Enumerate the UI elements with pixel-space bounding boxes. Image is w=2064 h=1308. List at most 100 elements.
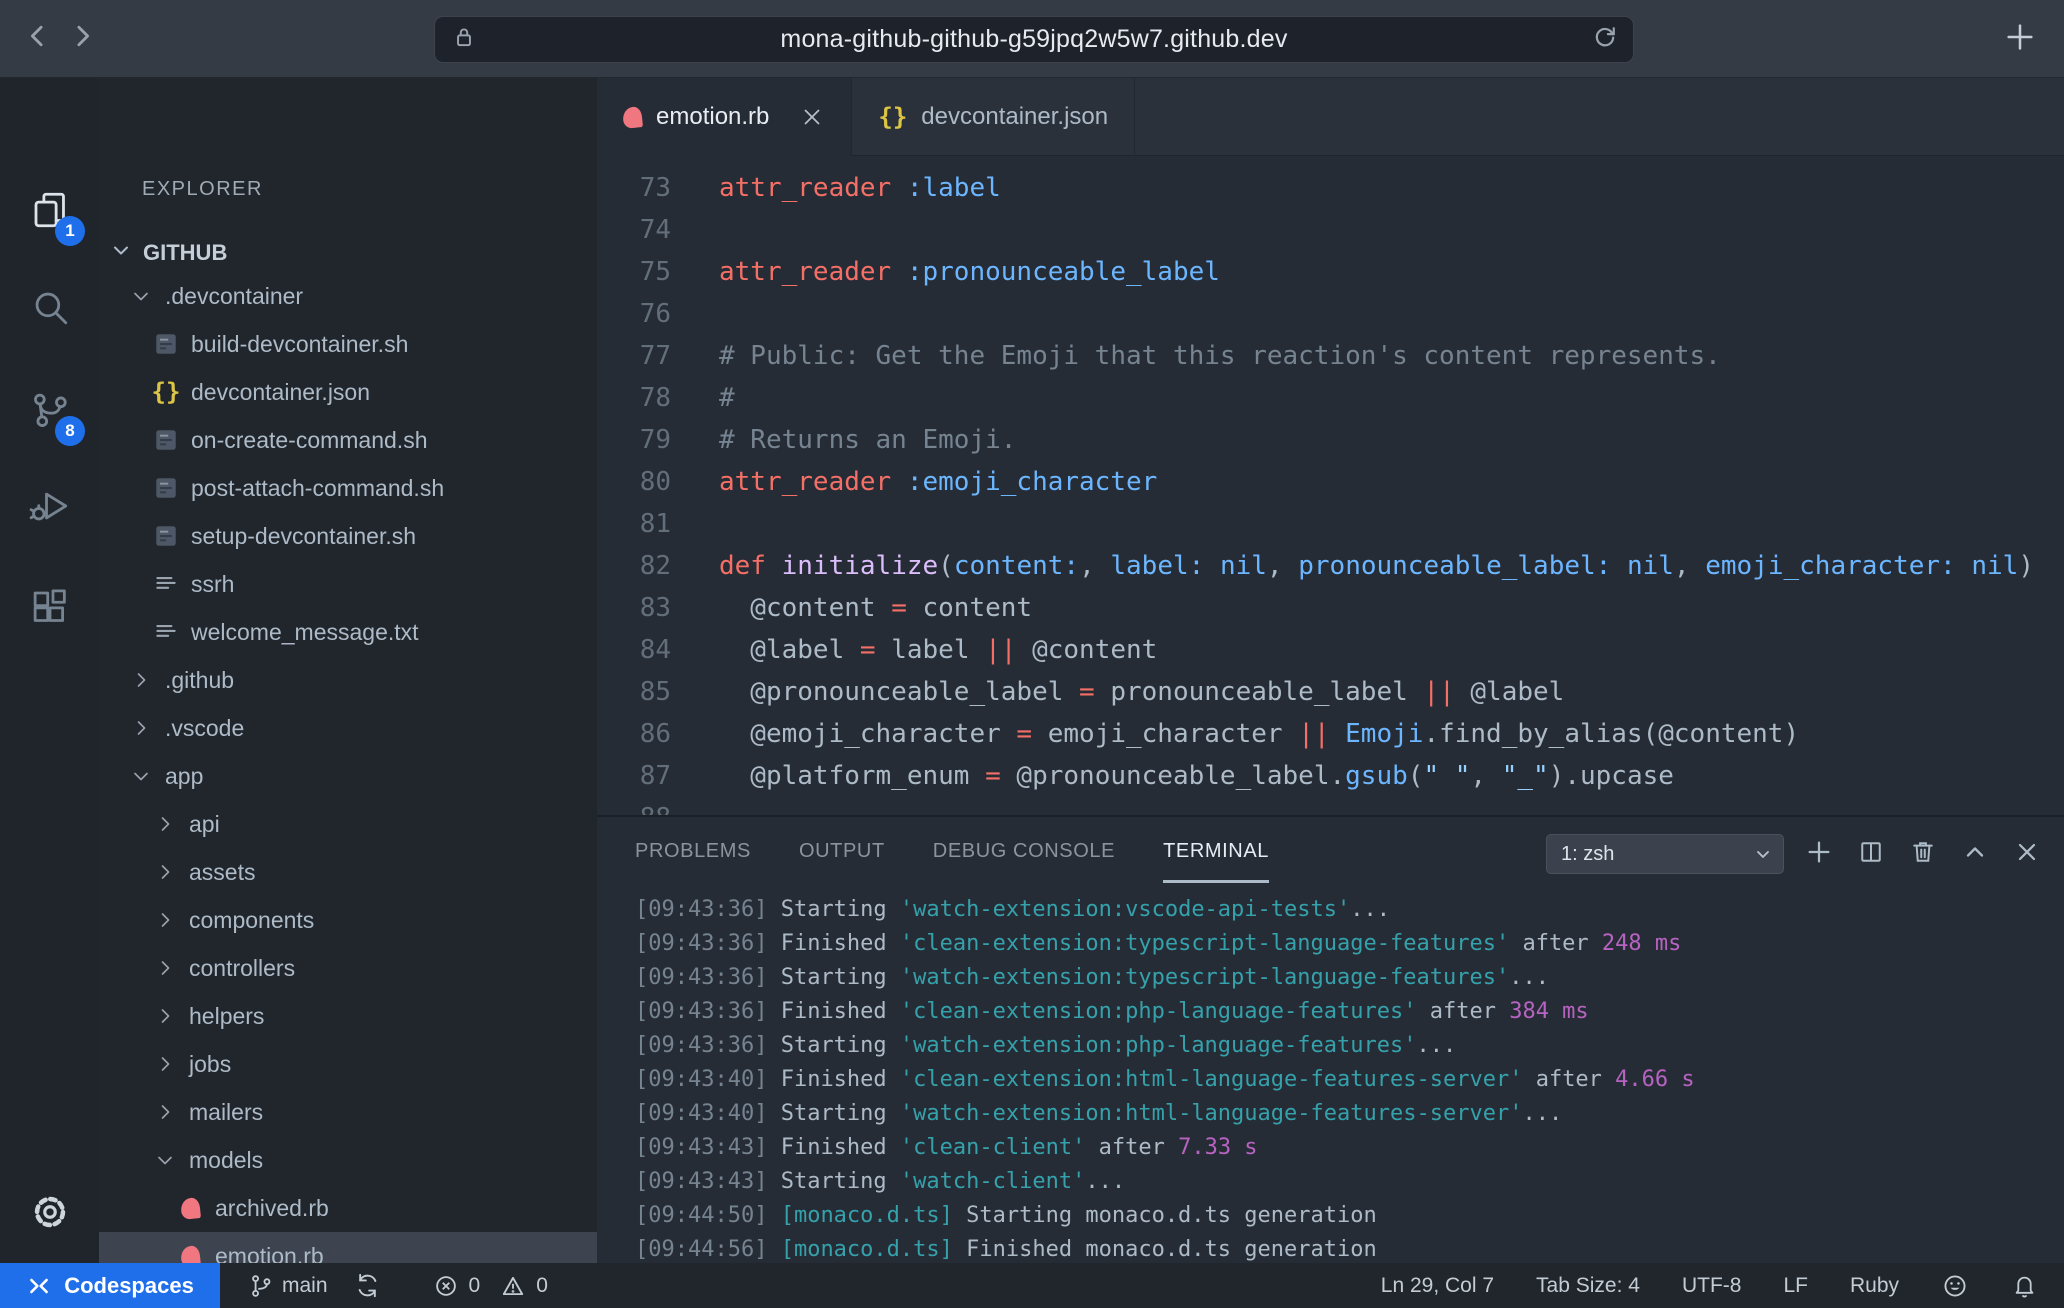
code-line-77[interactable]: 77# Public: Get the Emoji that this reac… (597, 335, 2064, 377)
branch-label: main (282, 1274, 328, 1298)
tree-item-post-attach-command-sh[interactable]: post-attach-command.sh (99, 464, 597, 512)
bottom-panel: PROBLEMS OUTPUT DEBUG CONSOLE TERMINAL 1: z… (597, 815, 2064, 1263)
terminal-output[interactable]: [09:43:36] Starting 'watch-extension:vsc… (635, 893, 2064, 1263)
editor-group: emotion.rb{}devcontainer.json 73attr_rea… (597, 78, 2064, 1263)
code-line-87[interactable]: 87 @platform_enum = @pronounceable_label… (597, 755, 2064, 797)
reload-icon[interactable] (1591, 23, 1619, 56)
activity-item-extensions[interactable] (0, 569, 99, 645)
code-line-88[interactable]: 88 (597, 797, 2064, 815)
kill-terminal-button[interactable] (1906, 837, 1940, 871)
tree-item-models[interactable]: models (99, 1136, 597, 1184)
address-bar[interactable]: mona-github-github-g59jpq2w5w7.github.de… (434, 16, 1634, 63)
panel-tab-debug-console[interactable]: DEBUG CONSOLE (933, 840, 1115, 869)
terminal-line-2: [09:43:36] Finished 'clean-extension:typ… (635, 927, 2064, 961)
code-line-78[interactable]: 78# (597, 377, 2064, 419)
tree-item-label: devcontainer.json (191, 379, 370, 406)
terminal-shell-select[interactable]: 1: zsh (1546, 834, 1784, 874)
explorer-sidebar: EXPLORER GITHUB .devcontainerbuild-devco… (99, 78, 597, 1263)
tree-item-on-create-command-sh[interactable]: on-create-command.sh (99, 416, 597, 464)
code-line-81[interactable]: 81 (597, 503, 2064, 545)
gear-icon (29, 1191, 71, 1233)
new-tab-button[interactable] (1998, 17, 2042, 61)
panel-tab-problems[interactable]: PROBLEMS (635, 840, 751, 869)
branch-icon (248, 1273, 274, 1299)
status-encoding[interactable]: UTF-8 (1682, 1274, 1742, 1298)
line-number: 86 (597, 713, 671, 755)
sync-icon (354, 1272, 381, 1299)
tree-item-label: components (189, 907, 314, 934)
tree-item-components[interactable]: components (99, 896, 597, 944)
notifications-bell-icon[interactable] (2011, 1272, 2038, 1299)
tab-label: devcontainer.json (921, 103, 1108, 131)
tree-item-setup-devcontainer-sh[interactable]: setup-devcontainer.sh (99, 512, 597, 560)
tree-item-build-devcontainer-sh[interactable]: build-devcontainer.sh (99, 320, 597, 368)
status-tab-size[interactable]: Tab Size: 4 (1536, 1274, 1640, 1298)
code-editor[interactable]: 73attr_reader :label7475attr_reader :pro… (597, 156, 2064, 815)
tree-item-emotion-rb[interactable]: emotion.rb (99, 1232, 597, 1263)
branch-indicator[interactable]: main (248, 1273, 328, 1299)
code-text: @platform_enum = @pronounceable_label.gs… (719, 755, 1674, 797)
status-language-mode[interactable]: Ruby (1850, 1274, 1899, 1298)
code-line-76[interactable]: 76 (597, 293, 2064, 335)
code-line-74[interactable]: 74 (597, 209, 2064, 251)
maximize-panel-button[interactable] (1958, 837, 1992, 871)
code-line-73[interactable]: 73attr_reader :label (597, 167, 2064, 209)
activity-item-explorer[interactable]: 1 (0, 172, 99, 248)
code-text: @emoji_character = emoji_character || Em… (719, 713, 1799, 755)
tree-item-helpers[interactable]: helpers (99, 992, 597, 1040)
chevron-down-icon (129, 764, 153, 788)
chevron-up-icon (1961, 838, 1989, 871)
tree-item-ssrh[interactable]: ssrh (99, 560, 597, 608)
activity-item-settings[interactable] (0, 1174, 99, 1250)
activity-item-source-control[interactable]: 8 (0, 372, 99, 448)
close-icon[interactable] (799, 104, 825, 130)
sync-button[interactable] (354, 1272, 381, 1299)
activity-badge-explorer: 1 (55, 216, 85, 246)
code-line-80[interactable]: 80attr_reader :emoji_character (597, 461, 2064, 503)
plus-icon (1804, 837, 1834, 872)
code-line-75[interactable]: 75attr_reader :pronounceable_label (597, 251, 2064, 293)
new-terminal-button[interactable] (1802, 837, 1836, 871)
code-line-85[interactable]: 85 @pronounceable_label = pronounceable_… (597, 671, 2064, 713)
problems-indicator[interactable]: 0 0 (433, 1273, 548, 1299)
tree-item-api[interactable]: api (99, 800, 597, 848)
codespaces-remote-indicator[interactable]: Codespaces (0, 1263, 220, 1308)
tree-item-archived-rb[interactable]: archived.rb (99, 1184, 597, 1232)
tree-item-mailers[interactable]: mailers (99, 1088, 597, 1136)
forward-button[interactable] (60, 17, 104, 61)
tree-item--devcontainer[interactable]: .devcontainer (99, 272, 597, 320)
panel-tab-output[interactable]: OUTPUT (799, 840, 885, 869)
tree-item--vscode[interactable]: .vscode (99, 704, 597, 752)
activity-item-search[interactable] (0, 269, 99, 345)
feedback-smiley-icon[interactable] (1941, 1272, 1969, 1300)
status-right: Ln 29, Col 7 Tab Size: 4 UTF-8 LF Ruby (1381, 1272, 2038, 1300)
split-terminal-button[interactable] (1854, 837, 1888, 871)
activity-item-run-debug[interactable] (0, 468, 99, 544)
editor-tab-emotion-rb[interactable]: emotion.rb (597, 78, 852, 156)
line-number: 75 (597, 251, 671, 293)
json-file-icon: {} (153, 380, 179, 404)
tree-item-jobs[interactable]: jobs (99, 1040, 597, 1088)
code-line-82[interactable]: 82def initialize(content:, label: nil, p… (597, 545, 2064, 587)
tree-item-controllers[interactable]: controllers (99, 944, 597, 992)
close-panel-button[interactable] (2010, 837, 2044, 871)
editor-tab-devcontainer-json[interactable]: {}devcontainer.json (852, 78, 1135, 156)
terminal-line-3: [09:43:36] Starting 'watch-extension:typ… (635, 961, 2064, 995)
tree-item-label: ssrh (191, 571, 234, 598)
code-line-84[interactable]: 84 @label = label || @content (597, 629, 2064, 671)
code-line-83[interactable]: 83 @content = content (597, 587, 2064, 629)
tree-item-devcontainer-json[interactable]: {} devcontainer.json (99, 368, 597, 416)
back-button[interactable] (16, 17, 60, 61)
code-line-79[interactable]: 79# Returns an Emoji. (597, 419, 2064, 461)
status-eol[interactable]: LF (1783, 1274, 1808, 1298)
tree-item-app[interactable]: app (99, 752, 597, 800)
shell-select-label: 1: zsh (1561, 843, 1753, 866)
tree-item--github[interactable]: .github (99, 656, 597, 704)
tree-item-welcome-message-txt[interactable]: welcome_message.txt (99, 608, 597, 656)
panel-tab-terminal[interactable]: TERMINAL (1163, 840, 1269, 869)
tree-root-github[interactable]: GITHUB (99, 229, 597, 277)
tree-item-assets[interactable]: assets (99, 848, 597, 896)
back-icon (23, 21, 53, 56)
status-cursor-position[interactable]: Ln 29, Col 7 (1381, 1274, 1494, 1298)
code-line-86[interactable]: 86 @emoji_character = emoji_character ||… (597, 713, 2064, 755)
